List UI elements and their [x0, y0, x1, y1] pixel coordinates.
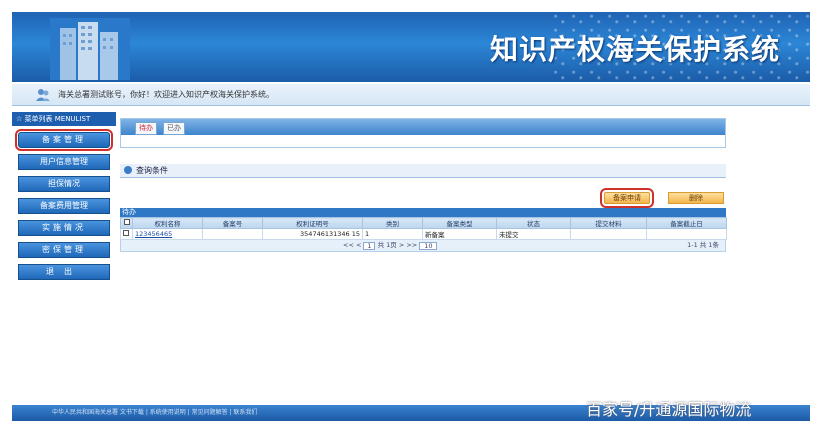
delete-button[interactable]: 删除 [668, 192, 724, 204]
footer-links[interactable]: 中华人民共和国海关总署 文书下载 | 系统使用说明 | 常见问题解答 | 联系我… [52, 405, 257, 421]
tab-done[interactable]: 已办 [163, 122, 185, 135]
building-logo-icon [50, 18, 130, 80]
sidebar-item-record-management[interactable]: 备案管理 [15, 129, 113, 151]
sidebar-item-implementation[interactable]: 实施情况 [18, 220, 110, 236]
column-header[interactable]: 备案号 [202, 217, 263, 229]
table-row[interactable]: 123456465 354746131346 15 1 新备案 未提交 [120, 228, 727, 240]
page-count: 共 1页 [377, 241, 397, 249]
proof-no-cell: 354746131346 15 [262, 228, 363, 240]
column-header[interactable]: 权利证明号 [262, 217, 363, 229]
right-name-link[interactable]: 123456465 [132, 228, 203, 240]
next-page-button[interactable]: > >> [399, 241, 417, 249]
page-input[interactable]: 1 [363, 242, 376, 250]
pagination: << < 1 共 1页 > >> 10 1-1 共 1条 [120, 240, 726, 252]
sidebar-item-fees[interactable]: 备案费用管理 [18, 198, 110, 214]
pager-summary: 1-1 共 1条 [687, 241, 719, 249]
category-cell: 1 [362, 228, 423, 240]
tab-todo[interactable]: 待办 [135, 122, 157, 135]
prev-page-button[interactable]: << < [343, 241, 361, 249]
materials-cell [570, 228, 647, 240]
column-header[interactable]: 备案截止日 [646, 217, 727, 229]
record-no-cell [202, 228, 263, 240]
sidebar-item-user-info[interactable]: 用户信息管理 [18, 154, 110, 170]
welcome-text: 海关总署测试账号，你好！欢迎进入知识产权海关保护系统。 [58, 90, 274, 99]
tab-bar: 待办 已办 [120, 118, 726, 148]
column-header[interactable]: 权利名称 [132, 217, 203, 229]
query-section[interactable]: 查询条件 [120, 164, 726, 178]
data-table: 权利名称 备案号 权利证明号 类别 备案类型 状态 提交材料 备案截止日 123… [120, 217, 727, 240]
grid-title: 待办 [120, 208, 726, 217]
page-size-select[interactable]: 10 [419, 242, 438, 250]
column-header[interactable]: 状态 [496, 217, 571, 229]
user-icon [36, 89, 50, 101]
todo-grid: 待办 权利名称 备案号 权利证明号 类别 备案类型 状态 提交材料 备案截止日 [120, 208, 727, 252]
sidebar: ☆ 菜单列表 MENULIST 备案管理 用户信息管理 担保情况 备案费用管理 … [12, 112, 116, 402]
query-label: 查询条件 [136, 166, 168, 175]
deadline-cell [646, 228, 727, 240]
sidebar-item-security[interactable]: 密保管理 [18, 242, 110, 258]
system-title: 知识产权海关保护系统 [490, 33, 781, 66]
welcome-bar: 海关总署测试账号，你好！欢迎进入知识产权海关保护系统。 [12, 84, 810, 106]
column-header[interactable]: 备案类型 [422, 217, 497, 229]
table-header-row: 权利名称 备案号 权利证明号 类别 备案类型 状态 提交材料 备案截止日 [120, 217, 727, 229]
sidebar-item-guarantee[interactable]: 担保情况 [18, 176, 110, 192]
row-checkbox[interactable] [120, 228, 133, 240]
header-banner: 知识产权海关保护系统 [12, 12, 810, 82]
type-cell: 新备案 [422, 228, 497, 240]
main-panel: 待办 已办 查询条件 备案申请 删除 待办 权利名称 备案号 权利证明号 类别 … [120, 112, 810, 402]
watermark-text: 百家号/升通源国际物流 [586, 400, 752, 419]
column-header[interactable]: 类别 [362, 217, 423, 229]
status-cell: 未提交 [496, 228, 571, 240]
app-window: 知识产权海关保护系统 海关总署测试账号，你好！欢迎进入知识产权海关保护系统。 ☆… [0, 0, 822, 433]
sidebar-heading: ☆ 菜单列表 MENULIST [12, 112, 116, 126]
column-header[interactable]: 提交材料 [570, 217, 647, 229]
select-all-checkbox[interactable] [120, 217, 133, 229]
sidebar-item-logout[interactable]: 退出 [18, 264, 110, 280]
expand-icon[interactable] [124, 166, 132, 174]
new-application-button[interactable]: 备案申请 [600, 188, 654, 208]
